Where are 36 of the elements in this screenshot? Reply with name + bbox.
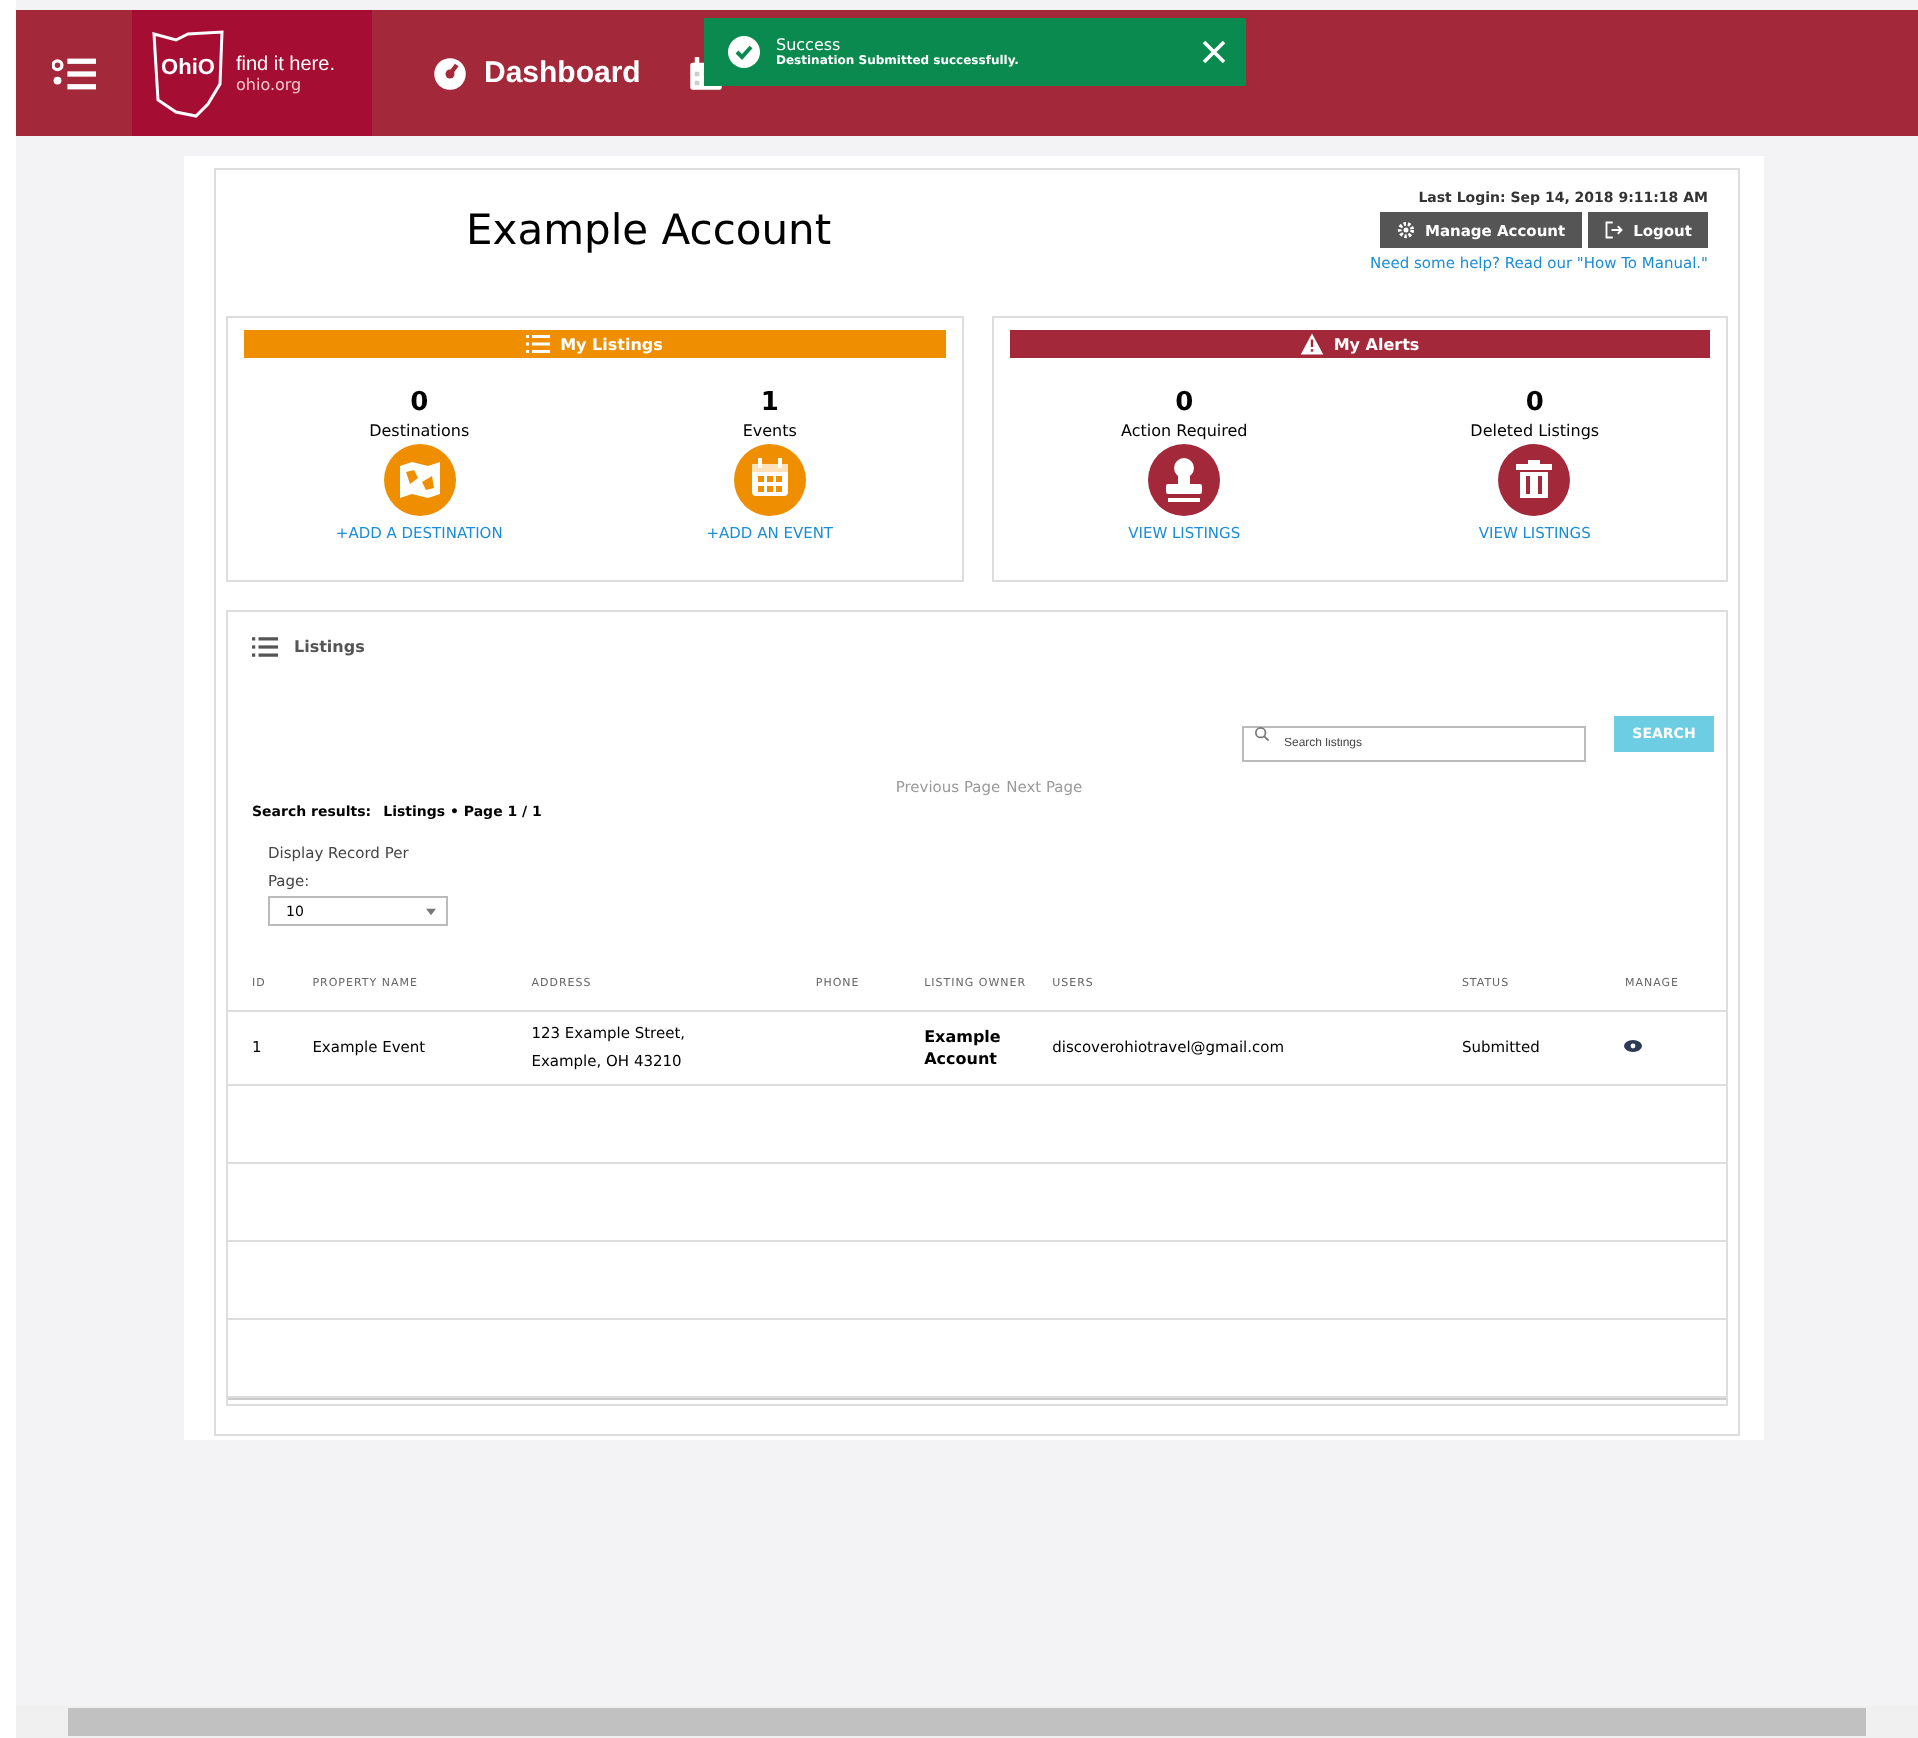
logo[interactable]: OhiO find it here. ohio.org xyxy=(132,10,372,136)
settings-icon xyxy=(1395,220,1415,240)
nav-link[interactable]: Dashboard xyxy=(432,55,641,91)
panel-header: My Alerts xyxy=(1009,330,1710,358)
stat-label: Events xyxy=(742,422,797,440)
stat-count: 1 xyxy=(760,388,779,418)
gauge-icon xyxy=(432,55,468,91)
toast-title: Success xyxy=(776,36,843,54)
account-name: Example Account xyxy=(466,206,832,258)
check-icon xyxy=(728,36,760,68)
logo-url: ohio.org xyxy=(236,75,304,93)
warning-icon xyxy=(1299,332,1324,356)
caret-icon xyxy=(426,907,436,915)
view-icon[interactable] xyxy=(1624,1040,1643,1052)
table-cell: Example Account xyxy=(900,1011,1029,1085)
list-icon xyxy=(526,332,551,356)
search-icon xyxy=(1254,726,1270,742)
listings-title: Listings xyxy=(294,637,365,655)
stat-count: 0 xyxy=(1175,388,1194,418)
trash-icon xyxy=(1498,444,1571,516)
panel-header: My Listings xyxy=(244,330,945,358)
map-icon xyxy=(383,444,456,516)
stamp-icon xyxy=(1148,444,1221,516)
stat-label: Destinations xyxy=(369,422,470,440)
close-icon[interactable] xyxy=(1202,40,1226,64)
stat-label: Action Required xyxy=(1121,422,1248,440)
logo-tagline: find it here. xyxy=(236,53,335,75)
stat-label: Deleted Listings xyxy=(1470,422,1600,440)
logout-icon xyxy=(1603,220,1624,240)
menu-icon[interactable] xyxy=(52,55,96,91)
stat-count: 0 xyxy=(410,388,429,418)
scrollbar[interactable] xyxy=(16,1706,1918,1738)
stat-count: 0 xyxy=(1525,388,1544,418)
logo-wordmark: OhiO xyxy=(161,55,215,79)
list-icon xyxy=(252,633,278,659)
calendar-icon xyxy=(733,444,806,516)
